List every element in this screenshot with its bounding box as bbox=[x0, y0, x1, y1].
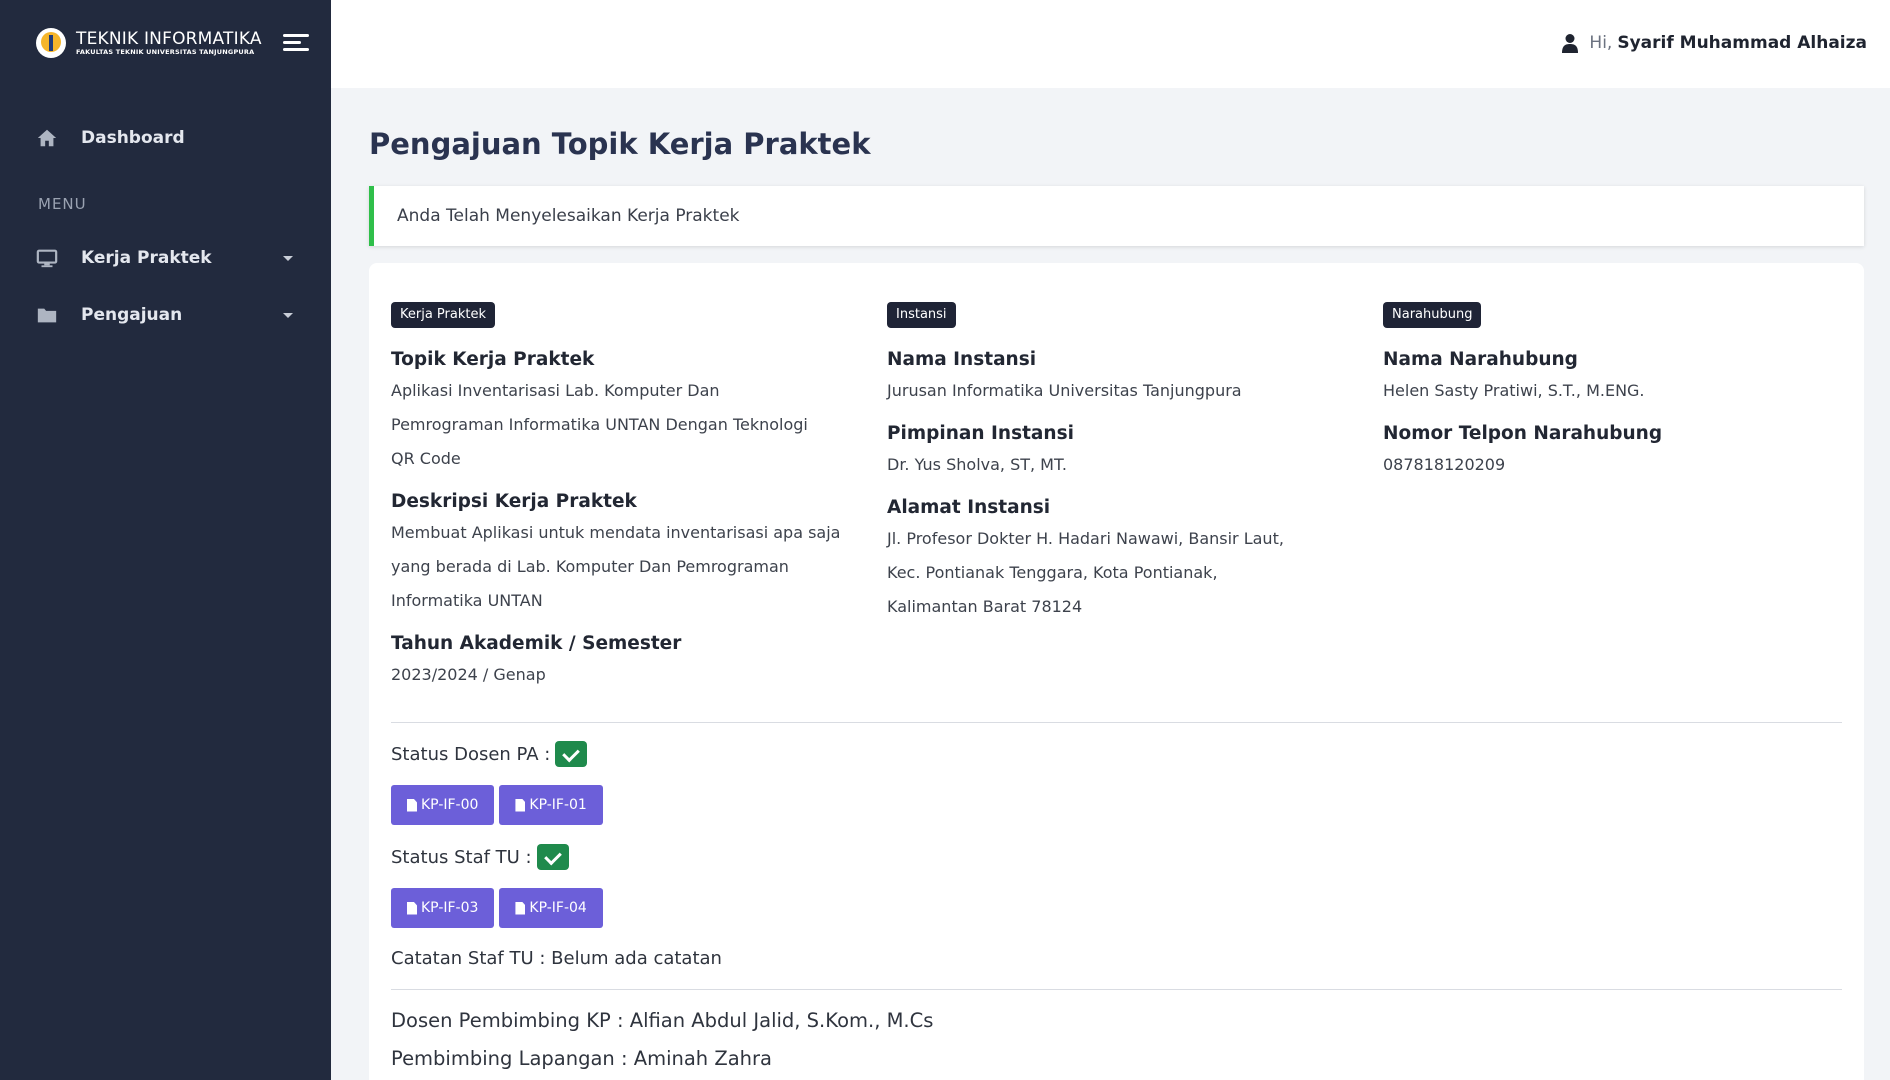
kerja-praktek-column: Kerja Praktek Topik Kerja Praktek Aplika… bbox=[391, 302, 840, 692]
sidebar: TEKNIK INFORMATIKA FAKULTAS TEKNIK UNIVE… bbox=[0, 0, 331, 1080]
pimpinan-instansi-label: Pimpinan Instansi bbox=[887, 423, 1074, 444]
chevron-down-icon bbox=[283, 313, 293, 318]
page-title: Pengajuan Topik Kerja Praktek bbox=[369, 127, 871, 161]
deskripsi-value: Membuat Aplikasi untuk mendata inventari… bbox=[391, 523, 841, 610]
monitor-icon bbox=[36, 249, 58, 268]
menu-toggle-icon[interactable] bbox=[283, 33, 309, 53]
tahun-value: 2023/2024 / Genap bbox=[391, 665, 546, 684]
file-icon bbox=[515, 901, 526, 915]
folder-icon bbox=[37, 308, 57, 323]
alamat-instansi-value: Jl. Profesor Dokter H. Hadari Nawawi, Ba… bbox=[887, 529, 1284, 616]
brand-subtitle: FAKULTAS TEKNIK UNIVERSITAS TANJUNGPURA bbox=[76, 47, 255, 56]
pembimbing-lapangan: Pembimbing Lapangan : Aminah Zahra bbox=[391, 1047, 772, 1070]
sidebar-item-label: Pengajuan bbox=[81, 305, 183, 325]
file-icon bbox=[407, 901, 417, 915]
check-icon bbox=[536, 844, 569, 870]
catatan-staf-tu: Catatan Staf TU : Belum ada catatan bbox=[391, 948, 722, 969]
nama-narahubung-label: Nama Narahubung bbox=[1383, 349, 1578, 370]
sidebar-item-kerja-praktek[interactable]: Kerja Praktek bbox=[0, 236, 331, 280]
file-icon bbox=[515, 798, 526, 812]
nama-narahubung-value: Helen Sasty Pratiwi, S.T., M.ENG. bbox=[1383, 381, 1645, 400]
brand-title: TEKNIK INFORMATIKA bbox=[76, 28, 262, 49]
sidebar-item-pengajuan[interactable]: Pengajuan bbox=[0, 293, 331, 337]
pimpinan-instansi-value: Dr. Yus Sholva, ST, MT. bbox=[887, 455, 1067, 474]
dosen-pembimbing: Dosen Pembimbing KP : Alfian Abdul Jalid… bbox=[391, 1009, 934, 1032]
nama-instansi-value: Jurusan Informatika Universitas Tanjungp… bbox=[887, 381, 1242, 400]
staf-tu-documents: KP-IF-03 KP-IF-04 bbox=[391, 888, 608, 928]
telp-narahubung-label: Nomor Telpon Narahubung bbox=[1383, 423, 1663, 444]
telp-narahubung-value: 087818120209 bbox=[1383, 455, 1506, 474]
check-icon bbox=[555, 741, 588, 767]
nama-instansi-label: Nama Instansi bbox=[887, 349, 1037, 370]
status-staf-tu: Status Staf TU : bbox=[391, 844, 569, 870]
topik-value: Aplikasi Inventarisasi Lab. Komputer Dan… bbox=[391, 381, 808, 468]
divider bbox=[391, 722, 1842, 723]
divider bbox=[391, 989, 1842, 990]
menu-heading: MENU bbox=[38, 195, 87, 213]
topik-label: Topik Kerja Praktek bbox=[391, 349, 595, 370]
doc-button-kp-if-01[interactable]: KP-IF-01 bbox=[499, 785, 603, 825]
dosen-pa-documents: KP-IF-00 KP-IF-01 bbox=[391, 785, 608, 825]
narahubung-column: Narahubung Nama Narahubung Helen Sasty P… bbox=[1383, 302, 1823, 482]
doc-button-kp-if-00[interactable]: KP-IF-00 bbox=[391, 785, 495, 825]
status-dosen-pa: Status Dosen PA : bbox=[391, 741, 588, 767]
status-staf-tu-label: Status Staf TU : bbox=[391, 846, 532, 868]
instansi-badge: Instansi bbox=[887, 302, 956, 328]
chevron-down-icon bbox=[283, 256, 293, 261]
doc-button-kp-if-04[interactable]: KP-IF-04 bbox=[499, 888, 603, 928]
completion-alert: Anda Telah Menyelesaikan Kerja Praktek bbox=[369, 186, 1864, 246]
sidebar-item-label: Kerja Praktek bbox=[81, 248, 212, 268]
home-icon bbox=[37, 129, 57, 147]
user-icon bbox=[1562, 34, 1579, 53]
doc-button-kp-if-03[interactable]: KP-IF-03 bbox=[391, 888, 495, 928]
user-menu[interactable]: Hi, Syarif Muhammad Alhaiza bbox=[1561, 33, 1867, 53]
user-name: Syarif Muhammad Alhaiza bbox=[1617, 33, 1867, 53]
topbar: Hi, Syarif Muhammad Alhaiza bbox=[331, 0, 1890, 88]
greeting-text: Hi, bbox=[1589, 33, 1613, 53]
detail-card: Kerja Praktek Topik Kerja Praktek Aplika… bbox=[369, 263, 1864, 1080]
instansi-column: Instansi Nama Instansi Jurusan Informati… bbox=[887, 302, 1307, 624]
university-logo-icon bbox=[36, 28, 66, 58]
file-icon bbox=[407, 798, 417, 812]
tahun-label: Tahun Akademik / Semester bbox=[391, 633, 682, 654]
narahubung-badge: Narahubung bbox=[1383, 302, 1482, 328]
status-dosen-pa-label: Status Dosen PA : bbox=[391, 743, 551, 765]
sidebar-item-label: Dashboard bbox=[81, 128, 185, 148]
brand-logo-block[interactable]: TEKNIK INFORMATIKA FAKULTAS TEKNIK UNIVE… bbox=[36, 28, 262, 58]
deskripsi-label: Deskripsi Kerja Praktek bbox=[391, 491, 637, 512]
kerja-praktek-badge: Kerja Praktek bbox=[391, 302, 496, 328]
alamat-instansi-label: Alamat Instansi bbox=[887, 497, 1051, 518]
sidebar-item-dashboard[interactable]: Dashboard bbox=[0, 116, 331, 160]
